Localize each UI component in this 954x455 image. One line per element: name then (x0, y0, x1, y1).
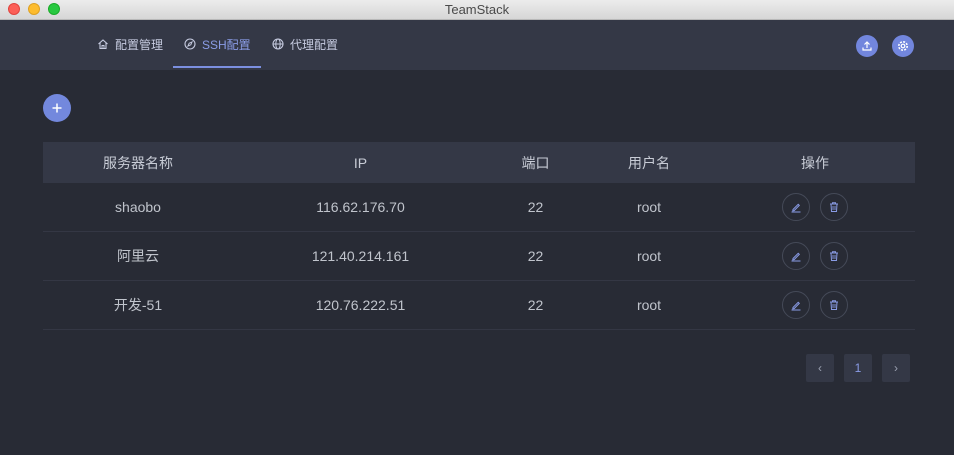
username-cell: root (636, 248, 662, 264)
username-cell: root (636, 297, 662, 313)
server-name-cell: 阿里云 (117, 248, 159, 264)
trash-icon (830, 251, 838, 261)
edit-button[interactable] (782, 242, 810, 270)
column-header-actions: 操作 (801, 154, 829, 171)
port-cell: 22 (527, 199, 544, 215)
edit-icon (791, 301, 801, 311)
port-cell: 22 (527, 248, 544, 264)
page-1-button[interactable]: 1 (844, 354, 872, 382)
upload-button[interactable] (856, 35, 878, 57)
prev-page-button[interactable]: ‹ (806, 354, 834, 382)
trash-icon (830, 300, 838, 310)
table-header: 服务器名称 IP 端口 用户名 操作 (43, 142, 915, 183)
ip-cell: 116.62.176.70 (316, 199, 405, 215)
active-tab-indicator (173, 66, 261, 68)
column-header-name: 服务器名称 (103, 154, 173, 171)
table-row: 开发-51 120.76.222.51 22 root (43, 281, 915, 330)
tab-ssh-config[interactable]: SSH配置 (184, 20, 251, 68)
server-name-cell: shaobo (115, 199, 161, 215)
column-header-username: 用户名 (628, 154, 670, 171)
upload-icon (862, 41, 872, 51)
column-header-port: 端口 (521, 154, 550, 171)
column-header-ip: IP (353, 154, 368, 171)
compass-icon (184, 38, 196, 50)
tab-proxy-config[interactable]: 代理配置 (272, 20, 338, 68)
delete-button[interactable] (820, 242, 848, 270)
plus-icon (52, 103, 62, 113)
ip-cell: 120.76.222.51 (315, 297, 406, 313)
edit-button[interactable] (782, 193, 810, 221)
tab-config-management[interactable]: 配置管理 (97, 20, 163, 68)
next-page-button[interactable]: › (882, 354, 910, 382)
gear-icon (898, 41, 908, 51)
table-row: 阿里云 121.40.214.161 22 root (43, 232, 915, 281)
tab-label: SSH配置 (202, 37, 251, 52)
actions-cell (715, 193, 915, 221)
delete-button[interactable] (820, 291, 848, 319)
tab-label: 代理配置 (290, 37, 339, 52)
edit-icon (791, 252, 801, 262)
username-cell: root (636, 199, 662, 215)
server-name-cell: 开发-51 (113, 297, 163, 313)
window-titlebar: TeamStack (0, 0, 954, 20)
tab-label: 配置管理 (115, 37, 164, 52)
delete-button[interactable] (820, 193, 848, 221)
table-row: shaobo 116.62.176.70 22 root (43, 183, 915, 232)
ssh-server-table: 服务器名称 IP 端口 用户名 操作 shaobo 116.62.176.70 … (43, 142, 915, 330)
trash-icon (830, 202, 838, 212)
port-cell: 22 (527, 297, 544, 313)
actions-cell (715, 242, 915, 270)
ip-cell: 121.40.214.161 (311, 248, 410, 264)
top-navigation: 配置管理 SSH配置 代理配置 (0, 20, 954, 70)
edit-button[interactable] (782, 291, 810, 319)
window-title: TeamStack (444, 2, 510, 17)
settings-button[interactable] (892, 35, 914, 57)
add-server-button[interactable] (43, 94, 71, 122)
edit-icon (791, 203, 801, 213)
home-icon (98, 39, 108, 50)
actions-cell (715, 291, 915, 319)
globe-icon (272, 38, 284, 50)
